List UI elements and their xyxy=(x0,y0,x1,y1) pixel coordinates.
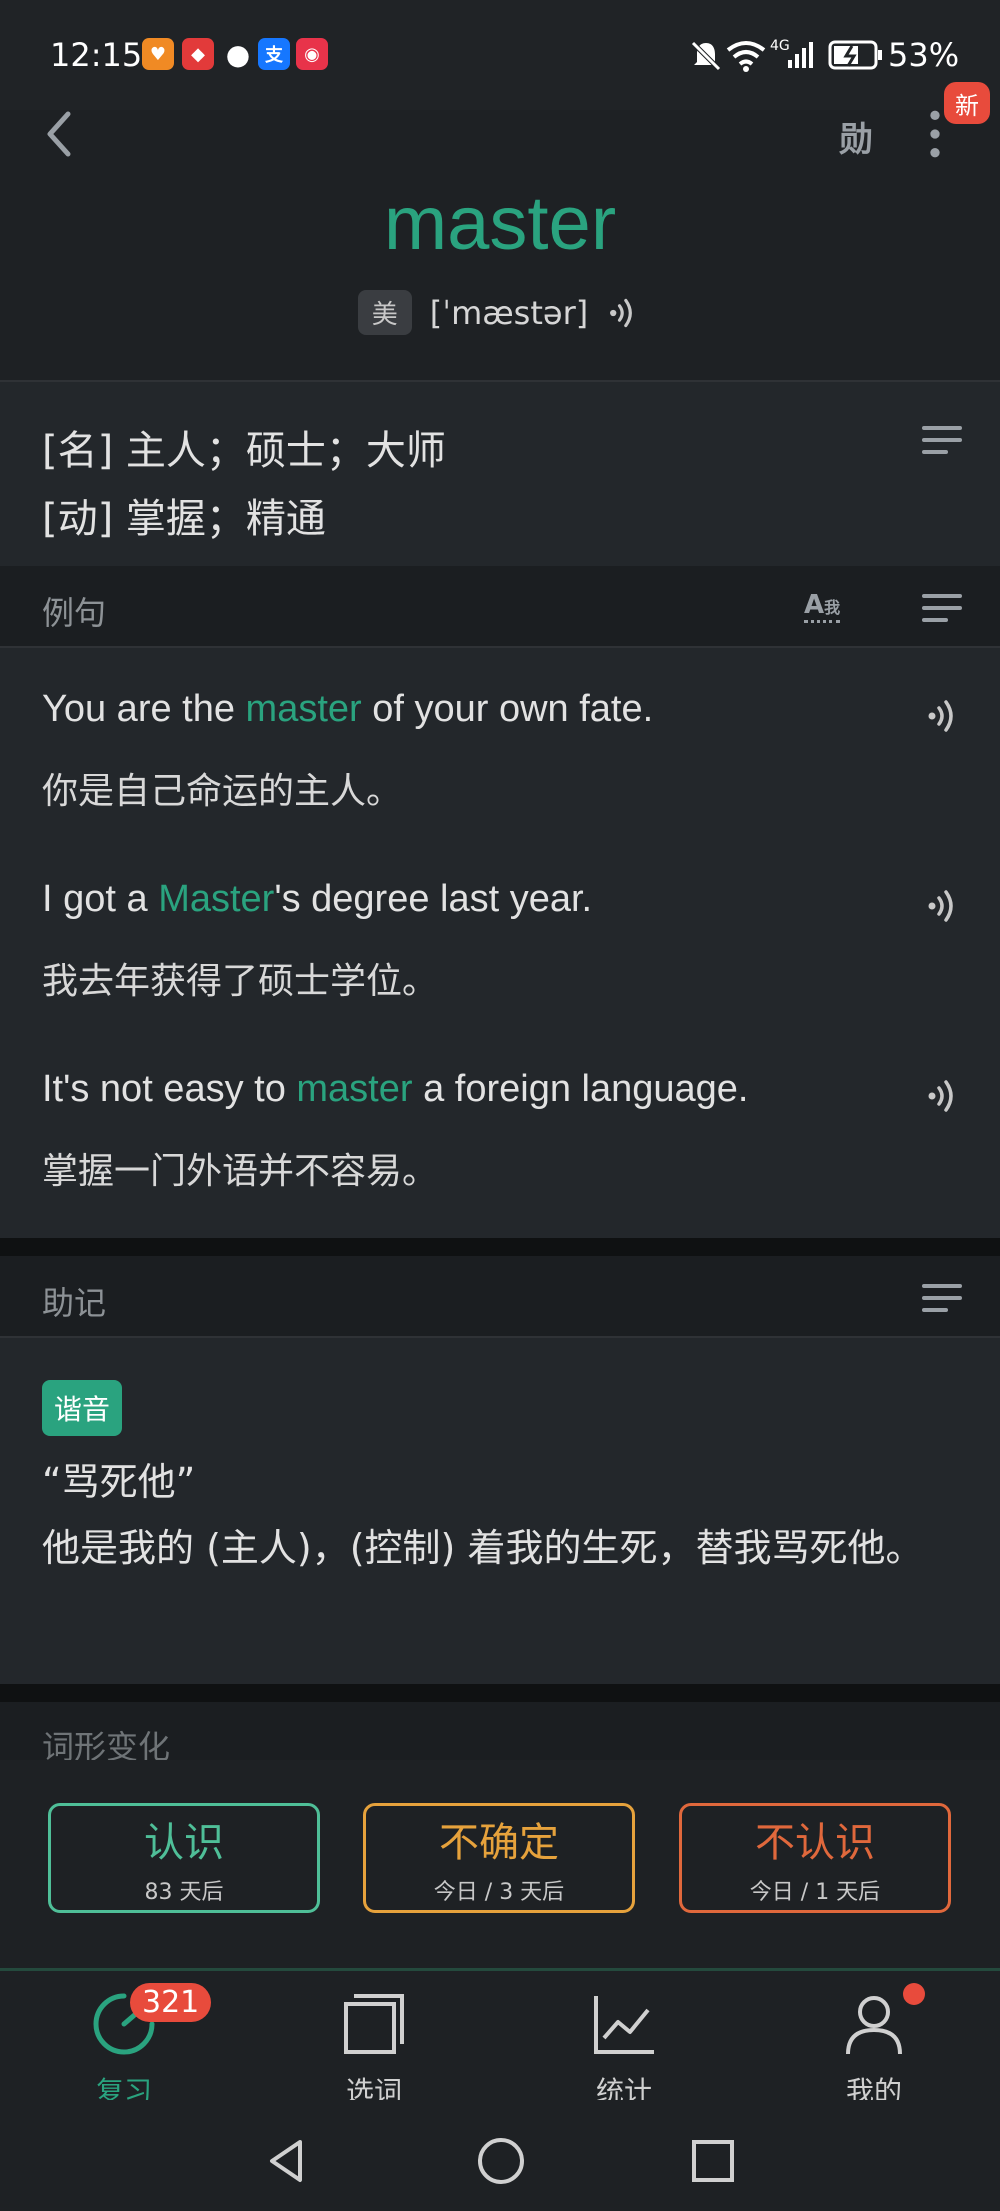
keyword-highlight: master xyxy=(245,688,362,730)
keyword-highlight: Master xyxy=(158,878,275,920)
know-button[interactable]: 认识 83 天后 xyxy=(48,1803,320,1913)
accent-tag: 美 xyxy=(357,290,412,335)
example-translation: 掌握一门外语并不容易。 xyxy=(42,1151,439,1192)
speaker-icon[interactable] xyxy=(606,295,642,331)
nav-recents-icon[interactable] xyxy=(688,2136,738,2186)
dont-know-button[interactable]: 不认识 今日 / 1 天后 xyxy=(679,1803,951,1913)
speaker-icon[interactable] xyxy=(924,696,964,736)
assist-icon[interactable]: 勋 xyxy=(832,108,880,164)
battery-level: 53% xyxy=(888,36,960,74)
new-badge: 新 xyxy=(944,82,990,124)
example-translation: 你是自己命运的主人。 xyxy=(42,771,403,812)
notification-dot xyxy=(903,1983,925,2005)
definition-verb: [动] 掌握；精通 xyxy=(42,496,326,542)
mnemonic-text: 他是我的 (主人)，(控制) 着我的生死，替我骂死他。 xyxy=(42,1526,924,1570)
stats-icon xyxy=(594,1996,654,2054)
keyword-highlight: master xyxy=(296,1068,413,1110)
examples-title: 例句 xyxy=(42,594,107,632)
chat-icon: ● xyxy=(225,37,251,71)
translate-toggle-icon[interactable]: A我 xyxy=(804,590,841,623)
example-sentence: It's not easy to master a foreign langua… xyxy=(42,1068,749,1110)
alipay-icon: 支 xyxy=(258,38,290,70)
profile-icon xyxy=(846,1996,902,2055)
unsure-button[interactable]: 不确定 今日 / 3 天后 xyxy=(363,1803,635,1913)
tab-stats[interactable]: 统计 xyxy=(549,1990,699,2110)
mnemonic-header xyxy=(0,1256,1000,1336)
back-button[interactable] xyxy=(36,100,86,170)
notification-app-icon: ◉ xyxy=(296,38,328,70)
definition-noun: [名] 主人；硕士；大师 xyxy=(42,428,446,474)
phonetic-row: 美 [ˈmæstər] xyxy=(0,290,1000,335)
speaker-icon[interactable] xyxy=(924,1076,964,1116)
tab-profile[interactable]: 我的 xyxy=(799,1990,949,2110)
example-sentence: You are the master of your own fate. xyxy=(42,688,654,730)
wifi-icon xyxy=(726,41,766,72)
signal-icon xyxy=(788,42,813,68)
examples-menu-icon[interactable] xyxy=(922,594,962,624)
mnemonic-menu-icon[interactable] xyxy=(922,1284,962,1314)
status-time: 12:15 xyxy=(50,36,143,74)
section-separator xyxy=(0,1684,1000,1702)
example-sentence: I got a Master's degree last year. xyxy=(42,878,593,920)
section-separator xyxy=(0,1238,1000,1256)
headword: master xyxy=(383,181,617,266)
phonetic: [ˈmæstər] xyxy=(429,293,589,332)
notification-app-icon: ♥ xyxy=(142,38,174,70)
nav-back-icon[interactable] xyxy=(262,2136,312,2186)
pick-words-icon xyxy=(344,1994,404,2054)
speaker-icon[interactable] xyxy=(924,886,964,926)
battery-icon xyxy=(828,40,882,70)
mnemonic-title: 助记 xyxy=(42,1284,107,1322)
example-translation: 我去年获得了硕士学位。 xyxy=(42,961,439,1002)
tab-pick-words[interactable]: 选词 xyxy=(299,1990,449,2110)
notification-app-icon: ◆ xyxy=(182,38,214,70)
review-count-badge: 321 xyxy=(130,1983,212,2022)
examples-header xyxy=(0,566,1000,646)
mute-icon xyxy=(691,41,721,71)
nav-home-icon[interactable] xyxy=(476,2136,526,2186)
definitions-menu-icon[interactable] xyxy=(922,426,962,456)
mnemonic-quote: “骂死他” xyxy=(42,1460,196,1504)
homophone-tag: 谐音 xyxy=(42,1380,123,1436)
